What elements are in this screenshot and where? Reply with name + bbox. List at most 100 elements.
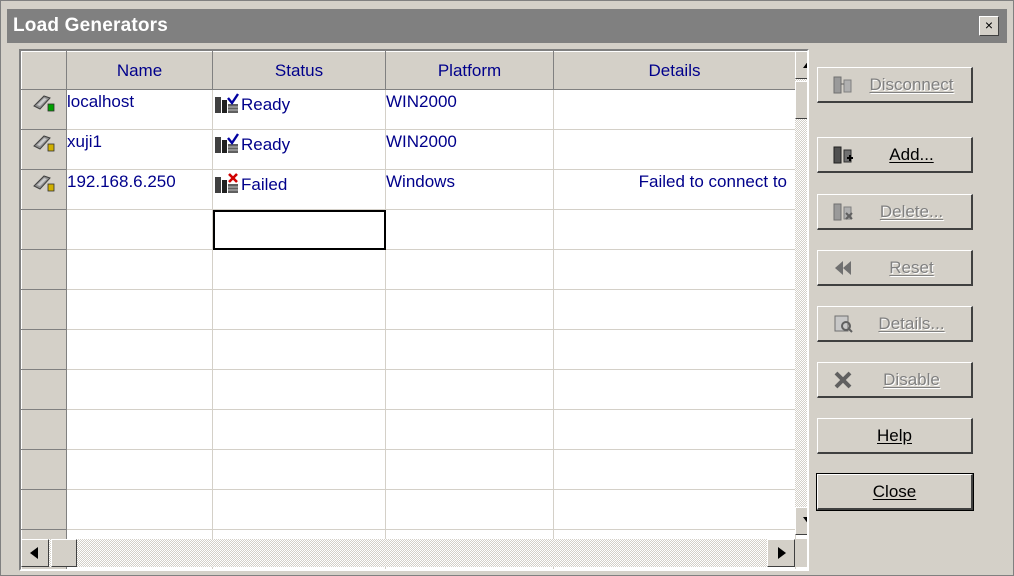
cell-status[interactable] [212, 249, 386, 290]
cell-platform[interactable] [385, 289, 554, 330]
empty-row[interactable] [21, 489, 796, 530]
delete-button[interactable]: Delete... [817, 194, 973, 230]
horizontal-scrollbar[interactable] [21, 539, 795, 567]
cell-status[interactable] [212, 489, 386, 530]
table-row[interactable]: xuji1 Ready WIN2000 [21, 129, 796, 170]
close-icon[interactable]: × [979, 16, 999, 36]
disable-button[interactable]: Disable [817, 362, 973, 398]
status-text: Ready [241, 134, 291, 154]
details-button[interactable]: Details... [817, 306, 973, 342]
cell-platform[interactable] [385, 329, 554, 370]
load-generators-grid[interactable]: Name Status Platform Details localhost Re… [19, 49, 809, 571]
cell-details[interactable]: Failed to connect to [553, 169, 796, 210]
cell-status[interactable] [212, 329, 386, 370]
cell-status[interactable] [212, 449, 386, 490]
cell-platform[interactable]: WIN2000 [385, 89, 554, 130]
vertical-scroll-thumb[interactable] [795, 81, 807, 119]
row-header[interactable] [21, 129, 67, 170]
horizontal-scroll-thumb[interactable] [51, 539, 77, 567]
cell-details[interactable] [553, 289, 796, 330]
scroll-left-button[interactable] [21, 539, 49, 567]
details-text: Failed to connect to [638, 172, 787, 191]
cell-status[interactable]: Ready [212, 129, 386, 170]
cell-status[interactable]: Failed [212, 169, 386, 210]
cell-name[interactable] [66, 449, 213, 490]
cell-name[interactable]: localhost [66, 89, 213, 130]
row-header[interactable] [21, 249, 67, 290]
cell-name[interactable]: xuji1 [66, 129, 213, 170]
empty-row[interactable] [21, 209, 796, 250]
selected-cell[interactable] [212, 209, 386, 250]
cell-status[interactable]: Ready [212, 89, 386, 130]
cell-platform[interactable] [385, 249, 554, 290]
cell-details[interactable] [553, 249, 796, 290]
row-header[interactable] [21, 289, 67, 330]
cell-platform[interactable] [385, 369, 554, 410]
cell-status[interactable] [212, 409, 386, 450]
add-host-icon [830, 144, 856, 166]
cell-platform[interactable] [385, 209, 554, 250]
row-header[interactable] [21, 329, 67, 370]
add-button[interactable]: Add... [817, 137, 973, 173]
reset-button[interactable]: Reset [817, 250, 973, 286]
scrollbar-corner [795, 539, 807, 567]
cell-platform[interactable] [385, 489, 554, 530]
scroll-up-button[interactable] [795, 51, 807, 79]
cell-details[interactable] [553, 369, 796, 410]
empty-row[interactable] [21, 329, 796, 370]
cell-platform[interactable] [385, 449, 554, 490]
close-button[interactable]: Close [816, 473, 974, 511]
row-header[interactable] [21, 449, 67, 490]
table-row[interactable]: localhost Ready WIN2000 [21, 89, 796, 130]
header-corner[interactable] [21, 51, 67, 90]
cell-platform[interactable] [385, 409, 554, 450]
disconnect-label: Disconnect [869, 74, 954, 94]
cell-name[interactable] [66, 489, 213, 530]
cell-name[interactable] [66, 369, 213, 410]
row-header[interactable] [21, 89, 67, 130]
cell-platform[interactable]: Windows [385, 169, 554, 210]
row-header[interactable] [21, 409, 67, 450]
vertical-scrollbar[interactable] [795, 51, 807, 535]
disconnect-button[interactable]: Disconnect [817, 67, 973, 103]
table-row[interactable]: 192.168.6.250 Failed Windows Failed to conn… [21, 169, 796, 210]
cell-status[interactable] [212, 289, 386, 330]
cell-details[interactable] [553, 209, 796, 250]
column-header-details[interactable]: Details [553, 51, 796, 90]
cell-details[interactable] [553, 89, 796, 130]
cell-details[interactable] [553, 129, 796, 170]
row-header[interactable] [21, 209, 67, 250]
cell-details[interactable] [553, 409, 796, 450]
cell-name[interactable] [66, 209, 213, 250]
help-button[interactable]: Help [817, 418, 973, 454]
cell-name[interactable]: 192.168.6.250 [66, 169, 213, 210]
arrow-up-icon [803, 60, 807, 68]
host-name: xuji1 [67, 132, 102, 151]
cell-name[interactable] [66, 329, 213, 370]
empty-row[interactable] [21, 369, 796, 410]
empty-row[interactable] [21, 249, 796, 290]
delete-host-icon [830, 201, 856, 223]
column-header-platform[interactable]: Platform [385, 51, 554, 90]
cell-status[interactable] [212, 369, 386, 410]
cell-details[interactable] [553, 489, 796, 530]
status-ready-icon [213, 132, 241, 159]
column-header-name[interactable]: Name [66, 51, 213, 90]
scroll-right-button[interactable] [767, 539, 795, 567]
cell-name[interactable] [66, 289, 213, 330]
empty-row[interactable] [21, 449, 796, 490]
row-header[interactable] [21, 369, 67, 410]
cell-details[interactable] [553, 329, 796, 370]
title-bar: Load Generators × [7, 9, 1007, 43]
scroll-down-button[interactable] [795, 507, 807, 535]
cell-name[interactable] [66, 409, 213, 450]
cell-details[interactable] [553, 449, 796, 490]
cell-name[interactable] [66, 249, 213, 290]
empty-row[interactable] [21, 289, 796, 330]
empty-row[interactable] [21, 409, 796, 450]
cell-platform[interactable]: WIN2000 [385, 129, 554, 170]
column-header-status[interactable]: Status [212, 51, 386, 90]
row-header[interactable] [21, 169, 67, 210]
row-header[interactable] [21, 489, 67, 530]
host-name: localhost [67, 92, 135, 111]
